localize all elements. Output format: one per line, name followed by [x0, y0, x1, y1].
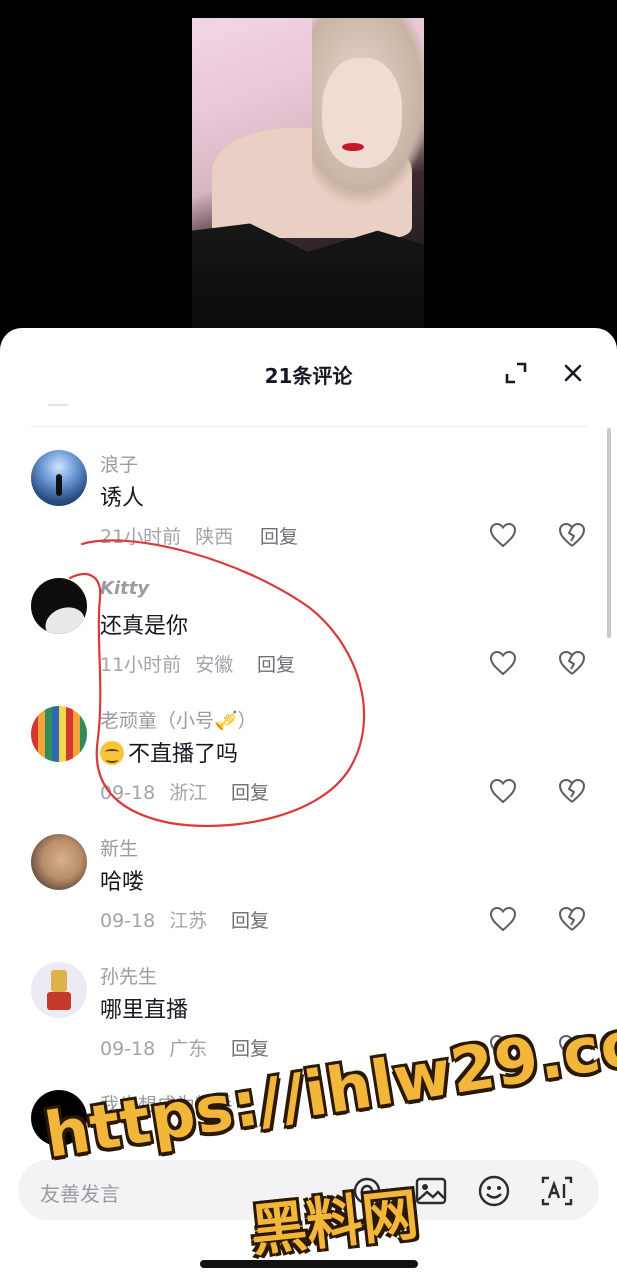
comment-text: 哈喽 [100, 870, 145, 895]
video-lips [342, 143, 364, 151]
comment-text: 诱人 [100, 486, 145, 511]
comment-username[interactable]: 新生 [100, 834, 138, 861]
broken-heart-icon[interactable] [558, 522, 586, 548]
avatar[interactable] [31, 962, 87, 1018]
broken-heart-icon[interactable] [558, 906, 586, 932]
comment-item: Kitty 还真是你 11小时前 安徽 回复 [0, 578, 617, 706]
comment-meta: 09-18 广东 [100, 1034, 207, 1061]
comment-username[interactable]: 浪子 [100, 450, 138, 477]
comment-location: 安徽 [195, 654, 234, 676]
header-stub [48, 404, 68, 406]
comment-location: 陕西 [195, 526, 234, 548]
emoji-icon[interactable] [477, 1174, 511, 1208]
comment-text: 哪里直播 [100, 998, 189, 1023]
avatar[interactable] [31, 834, 87, 890]
home-indicator [200, 1260, 418, 1268]
comment-text: 还真是你 [100, 614, 189, 639]
comment-time: 09-18 [100, 1038, 156, 1060]
comment-time: 09-18 [100, 782, 156, 804]
close-icon[interactable] [561, 361, 585, 385]
comment-item: 新生 哈喽 09-18 江苏 回复 [0, 834, 617, 962]
broken-heart-icon[interactable] [558, 778, 586, 804]
heart-icon[interactable] [489, 522, 517, 548]
reply-button[interactable]: 回复 [231, 778, 269, 805]
comment-item: 浪子 诱人 21小时前 陕西 回复 [0, 450, 617, 578]
reply-button[interactable]: 回复 [231, 906, 269, 933]
avatar[interactable] [31, 706, 87, 762]
comment-meta: 09-18 江苏 [100, 906, 207, 933]
comment-meta: 21小时前 陕西 [100, 522, 233, 549]
comment-username[interactable]: 老顽童（小号🎺） [100, 706, 257, 733]
expand-icon[interactable] [504, 361, 528, 385]
avatar[interactable] [31, 450, 87, 506]
heart-icon[interactable] [489, 906, 517, 932]
heart-icon[interactable] [489, 1034, 517, 1060]
comment-input-bar[interactable]: 友善发言 [18, 1160, 599, 1220]
reply-button[interactable]: 回复 [257, 650, 295, 677]
video-face [322, 58, 402, 168]
comment-time: 21小时前 [100, 526, 182, 548]
comment-sheet: 21条评论 浪子 诱人 21小时前 陕西 回复 Kitty 还真是你 11小时前… [0, 328, 617, 1280]
avatar[interactable] [31, 578, 87, 634]
reply-button[interactable]: 回复 [231, 1034, 269, 1061]
broken-heart-icon[interactable] [558, 650, 586, 676]
comment-meta: 09-18 浙江 [100, 778, 207, 805]
heart-icon[interactable] [489, 650, 517, 676]
at-icon[interactable] [350, 1174, 384, 1208]
avatar[interactable] [31, 1090, 87, 1146]
grinning-face-icon [100, 741, 124, 765]
comment-text-body: 不直播了吗 [128, 742, 239, 767]
comment-username[interactable]: 孙先生 [100, 962, 157, 989]
comment-time: 11小时前 [100, 654, 182, 676]
video-preview[interactable] [192, 18, 424, 330]
broken-heart-icon[interactable] [558, 1034, 586, 1060]
comment-location: 浙江 [169, 782, 208, 804]
comment-location: 江苏 [169, 910, 208, 932]
comment-item: 孙先生 哪里直播 09-18 广东 回复 [0, 962, 617, 1090]
comment-text: 不直播了吗 [100, 736, 238, 768]
comment-item: 老顽童（小号🎺） 不直播了吗 09-18 浙江 回复 [0, 706, 617, 834]
heart-icon[interactable] [489, 778, 517, 804]
comment-username[interactable]: 我也想成为糕手 [100, 1090, 233, 1117]
header-divider [30, 426, 587, 427]
reply-button[interactable]: 回复 [260, 522, 298, 549]
image-icon[interactable] [414, 1174, 448, 1208]
sheet-header: 21条评论 [0, 328, 617, 418]
comment-input[interactable]: 友善发言 [40, 1178, 120, 1207]
comment-location: 广东 [169, 1038, 208, 1060]
ai-icon[interactable] [540, 1174, 574, 1208]
comment-username[interactable]: Kitty [100, 578, 149, 599]
comment-time: 09-18 [100, 910, 156, 932]
comment-meta: 11小时前 安徽 [100, 650, 233, 677]
